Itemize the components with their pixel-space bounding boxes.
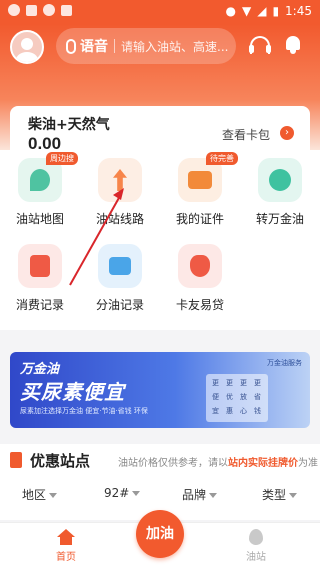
- avatar[interactable]: [10, 30, 44, 64]
- disclaimer-suffix: 为准: [298, 458, 318, 469]
- menu-item-station-map[interactable]: 周边搜 油站地图: [0, 150, 80, 230]
- filter-type[interactable]: 类型: [262, 486, 298, 503]
- price-disclaimer: 油站价格仅供参考，请以站内实际挂牌价为准: [118, 454, 318, 469]
- banner-subline: 尿素加注选择万金油 便宜·节油·省钱 环保: [20, 407, 148, 415]
- view-card-wallet-link[interactable]: 查看卡包: [222, 126, 270, 143]
- sign-char: 心: [240, 407, 247, 415]
- microphone-icon[interactable]: [66, 38, 76, 54]
- tab-home[interactable]: 首页: [36, 527, 96, 563]
- search-bar[interactable]: 语音 请输入油站、高速...: [56, 28, 236, 64]
- banner-brand-title: 万金油: [20, 362, 60, 377]
- menu-item-consumption-records[interactable]: 消费记录: [0, 236, 80, 316]
- chevron-down-icon: [289, 493, 298, 498]
- status-notifications: [8, 4, 72, 16]
- customer-service-headset-icon[interactable]: [249, 36, 271, 54]
- menu-item-label: 消费记录: [15, 298, 64, 312]
- drive-notification-icon: [61, 4, 72, 16]
- signal-icon: ◢: [257, 4, 267, 18]
- wifi-icon: ▼: [241, 4, 252, 18]
- chevron-right-icon[interactable]: ›: [280, 126, 294, 140]
- sign-char: 更: [226, 379, 233, 387]
- route-icon: [98, 158, 142, 202]
- sign-char: 更: [254, 379, 261, 387]
- status-bar: ● ▼ ◢ ▮ 1:45: [0, 0, 320, 24]
- sign-char: 更: [240, 379, 247, 387]
- chevron-down-icon: [132, 491, 141, 496]
- filter-label: 92#: [104, 486, 130, 500]
- filter-brand[interactable]: 品牌: [182, 486, 218, 503]
- function-grid: 周边搜 油站地图 油站线路 待完善 我的证件 转万金油 消费记录 分油记录 卡友…: [0, 150, 320, 330]
- refuel-button[interactable]: 加油: [136, 510, 184, 558]
- oil-drop-icon: [249, 529, 263, 545]
- card-title: 柴油+天然气: [28, 117, 110, 133]
- menu-item-label: 我的证件: [175, 212, 224, 226]
- wallet-icon: [98, 244, 142, 288]
- gallery-notification-icon: [26, 4, 37, 16]
- location-icon: ●: [225, 4, 236, 18]
- tab-label: 首页: [56, 552, 76, 563]
- home-icon: [57, 529, 75, 545]
- menu-item-card-loan[interactable]: 卡友易贷: [160, 236, 240, 316]
- voice-label[interactable]: 语音: [80, 36, 108, 56]
- tab-label: 油站: [246, 552, 266, 563]
- menu-item-label: 油站地图: [15, 212, 64, 226]
- sign-char: 惠: [226, 407, 233, 415]
- promo-banner[interactable]: 万金油 买尿素便宜 尿素加注选择万金油 便宜·节油·省钱 环保 万金油服务 更 …: [10, 352, 310, 428]
- filter-bar: 地区 92# 品牌 类型: [0, 486, 320, 506]
- disclaimer-highlight: 站内实际挂牌价: [228, 458, 298, 469]
- sign-char: 优: [226, 393, 233, 401]
- status-system: ● ▼ ◢ ▮ 1:45: [225, 4, 312, 18]
- battery-icon: ▮: [272, 4, 280, 18]
- filter-label: 类型: [262, 488, 287, 502]
- filter-label: 地区: [22, 488, 47, 502]
- money-bag-icon: [178, 244, 222, 288]
- filter-label: 品牌: [182, 488, 207, 502]
- chevron-down-icon: [209, 493, 218, 498]
- sign-char: 省: [254, 393, 261, 401]
- transfer-icon: [258, 158, 302, 202]
- fuel-pump-icon: [10, 452, 22, 468]
- sign-char: 钱: [254, 407, 261, 415]
- sign-char: 放: [240, 393, 247, 401]
- sign-char: 宜: [212, 407, 219, 415]
- sign-char: 便: [212, 393, 219, 401]
- tag-badge: 待完善: [206, 152, 238, 165]
- tag-badge: 周边搜: [46, 152, 78, 165]
- banner-brand-logo: 万金油服务: [267, 359, 302, 367]
- filter-fuel-grade[interactable]: 92#: [104, 486, 141, 500]
- sign-char: 更: [212, 379, 219, 387]
- menu-item-label: 转万金油: [255, 212, 304, 226]
- banner-sign-board: 更 更 更 更 便 优 放 省 宜 惠 心 钱: [206, 374, 268, 422]
- chrome-notification-icon: [43, 4, 55, 16]
- section-title: 优惠站点: [30, 452, 91, 470]
- menu-item-transfer[interactable]: 转万金油: [240, 150, 320, 230]
- menu-item-label: 卡友易贷: [175, 298, 224, 312]
- menu-item-label: 分油记录: [95, 298, 144, 312]
- app-notification-icon: [8, 4, 20, 16]
- search-divider: [114, 39, 115, 53]
- discount-stations-section: 优惠站点 油站价格仅供参考，请以站内实际挂牌价为准 地区 92# 品牌 类型: [0, 444, 320, 520]
- status-time: 1:45: [285, 4, 312, 18]
- disclaimer-prefix: 油站价格仅供参考，请以: [118, 458, 228, 469]
- banner-headline: 买尿素便宜: [20, 380, 125, 404]
- filter-region[interactable]: 地区: [22, 486, 58, 503]
- menu-item-station-route[interactable]: 油站线路: [80, 150, 160, 230]
- menu-item-my-documents[interactable]: 待完善 我的证件: [160, 150, 240, 230]
- menu-item-fuel-split-records[interactable]: 分油记录: [80, 236, 160, 316]
- chevron-down-icon: [49, 493, 58, 498]
- notification-bell-icon[interactable]: [284, 34, 302, 54]
- menu-item-label: 油站线路: [95, 212, 144, 226]
- header: 语音 请输入油站、高速... 柴油+天然气 0.00 查看卡包 ›: [0, 24, 320, 162]
- tab-stations[interactable]: 油站: [226, 527, 286, 563]
- receipt-icon: [18, 244, 62, 288]
- search-input[interactable]: 请输入油站、高速...: [121, 38, 228, 55]
